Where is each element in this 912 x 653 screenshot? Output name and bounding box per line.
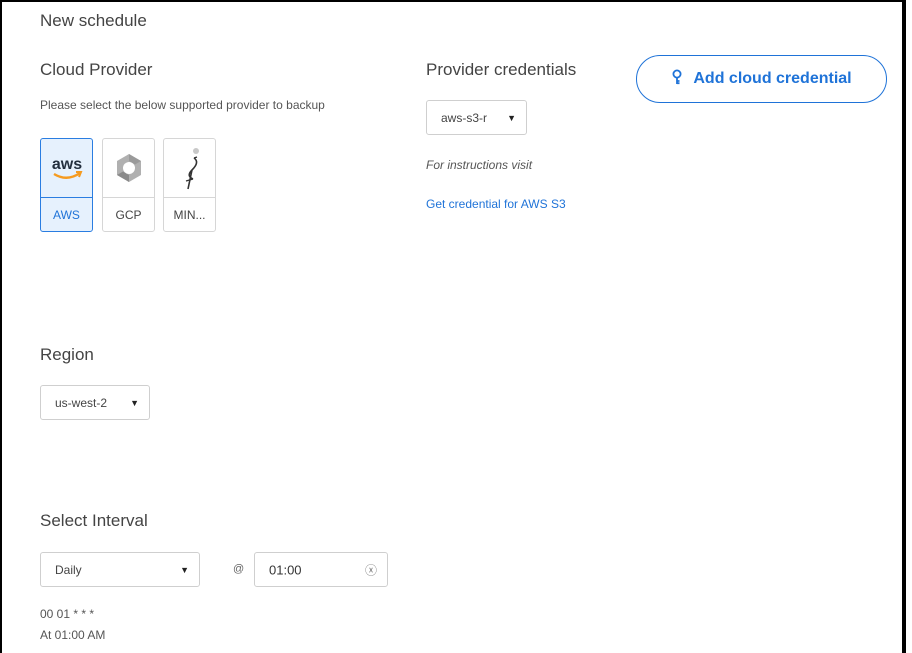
region-heading: Region: [40, 345, 94, 364]
region-select-value: us-west-2: [55, 395, 108, 410]
key-icon: [671, 69, 683, 90]
cron-expression: 00 01 * * *: [40, 607, 95, 621]
interval-time-value: 01:00: [269, 562, 302, 577]
credentials-select[interactable]: aws-s3-r ▼: [426, 100, 527, 135]
page-title: New schedule: [40, 11, 147, 30]
provider-tile-aws[interactable]: aws AWS: [40, 138, 93, 232]
provider-tile-gcp[interactable]: GCP: [102, 138, 155, 232]
credentials-heading: Provider credentials: [426, 60, 577, 79]
region-select[interactable]: us-west-2 ▼: [40, 385, 150, 420]
get-credential-link[interactable]: Get credential for AWS S3: [426, 197, 566, 211]
dropdown-caret-icon: ▼: [130, 397, 139, 408]
aws-logo-icon: aws: [41, 139, 92, 197]
credentials-select-value: aws-s3-r: [441, 110, 488, 125]
interval-frequency-value: Daily: [55, 562, 82, 577]
add-cloud-credential-label: Add cloud credential: [693, 70, 852, 87]
clear-icon[interactable]: ⓧ: [365, 561, 377, 578]
interval-heading: Select Interval: [40, 511, 148, 530]
provider-label-minio: MIN...: [164, 197, 215, 231]
schedule-panel: New schedule Cloud Provider Please selec…: [0, 0, 906, 653]
provider-tile-minio[interactable]: MIN...: [163, 138, 216, 232]
cron-description: At 01:00 AM: [40, 628, 106, 642]
aws-logo-text: aws: [51, 156, 81, 173]
dropdown-caret-icon: ▼: [507, 112, 516, 123]
interval-time-input[interactable]: 01:00 ⓧ: [254, 552, 388, 587]
credentials-instructions: For instructions visit: [426, 158, 533, 172]
provider-label-aws: AWS: [41, 197, 92, 231]
cloud-provider-helper: Please select the below supported provid…: [40, 98, 325, 112]
cloud-provider-heading: Cloud Provider: [40, 60, 153, 79]
gcp-hexagon-icon: [103, 139, 154, 197]
dropdown-caret-icon: ▼: [180, 564, 189, 575]
interval-frequency-select[interactable]: Daily ▼: [40, 552, 200, 587]
minio-flamingo-icon: [164, 139, 215, 197]
provider-label-gcp: GCP: [103, 197, 154, 231]
add-cloud-credential-button[interactable]: Add cloud credential: [636, 55, 887, 103]
at-symbol: @: [233, 563, 245, 575]
